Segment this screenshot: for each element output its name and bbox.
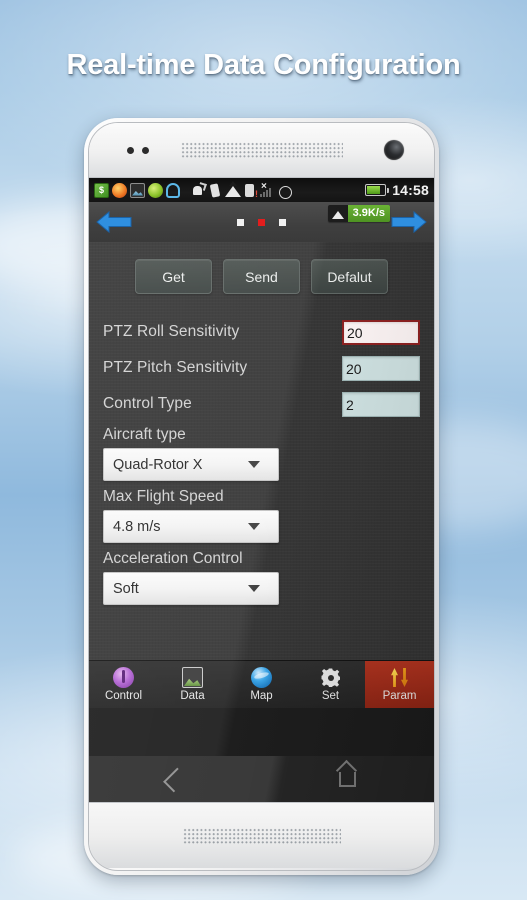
tab-label: Control xyxy=(104,690,143,702)
tab-data[interactable]: Data xyxy=(158,661,227,708)
acceleration-control-spinner[interactable]: Soft xyxy=(103,572,279,605)
page-dot[interactable] xyxy=(279,218,286,226)
globe-icon xyxy=(251,667,272,688)
tab-set[interactable]: Set xyxy=(296,661,365,708)
front-camera-icon xyxy=(384,140,404,160)
ghost-icon xyxy=(166,182,180,198)
alarm-icon xyxy=(277,183,292,199)
bottom-speaker-grille xyxy=(182,827,341,844)
spinner-label: Acceleration Control xyxy=(103,550,243,567)
field-label: Control Type xyxy=(103,395,192,412)
arrow-right-icon[interactable] xyxy=(390,209,428,235)
numeric-fields: PTZ Roll Sensitivity 20 PTZ Pitch Sensit… xyxy=(103,316,420,420)
tab-map[interactable]: Map xyxy=(227,661,296,708)
ptz-roll-sensitivity-input[interactable]: 20 xyxy=(342,319,420,345)
ptz-pitch-sensitivity-input[interactable]: 20 xyxy=(342,355,420,381)
call-icon xyxy=(192,183,206,198)
fire-icon xyxy=(112,182,127,198)
earpiece-speaker-grille xyxy=(180,141,343,159)
tab-param[interactable]: Param xyxy=(365,661,434,708)
arrow-left-icon[interactable] xyxy=(95,209,133,235)
field-label: PTZ Pitch Sensitivity xyxy=(103,359,248,376)
spinner-group-max-flight-speed: Max Flight Speed 4.8 m/s xyxy=(103,488,420,543)
page-dot[interactable] xyxy=(237,218,244,226)
phone-device: × 14:58 xyxy=(84,118,439,875)
default-button[interactable]: Defalut xyxy=(311,259,388,294)
tab-label: Param xyxy=(382,690,417,702)
field-row-ptz-pitch-sensitivity: PTZ Pitch Sensitivity 20 xyxy=(103,352,420,384)
photo-icon xyxy=(182,667,203,688)
sim-card-icon xyxy=(244,183,258,199)
network-speed-value: 3.9K/s xyxy=(347,205,390,222)
photo-icon xyxy=(130,182,145,198)
home-icon xyxy=(339,771,357,787)
updown-arrows-icon xyxy=(389,667,410,688)
param-config-panel: Get Send Defalut PTZ Roll Sensitivity 20… xyxy=(89,242,434,708)
wifi-icon xyxy=(327,205,348,222)
page-dot-active[interactable] xyxy=(258,218,265,226)
spinner-group-aircraft-type: Aircraft type Quad-Rotor X xyxy=(103,426,420,481)
spinner-value: 4.8 m/s xyxy=(113,518,161,535)
field-row-control-type: Control Type 2 xyxy=(103,388,420,420)
home-button[interactable] xyxy=(262,771,435,787)
signal-no-service-icon: × xyxy=(259,181,274,198)
status-clock: 14:58 xyxy=(392,182,429,198)
back-chevron-icon xyxy=(170,770,181,788)
chevron-down-icon xyxy=(248,523,260,530)
volume-down-button[interactable] xyxy=(434,309,435,365)
status-system-icons: 14:58 xyxy=(365,182,429,198)
network-speed-badge: 3.9K/s xyxy=(327,205,390,222)
app-tab-bar: Control Data Map Set Param xyxy=(89,660,434,708)
wifi-icon xyxy=(225,180,241,197)
money-icon xyxy=(94,182,109,198)
signal-bars xyxy=(260,187,271,197)
tab-label: Set xyxy=(321,690,340,702)
screenshot-root: Real-time Data Configuration $ ! × 14:58… xyxy=(0,0,527,900)
max-flight-speed-spinner[interactable]: 4.8 m/s xyxy=(103,510,279,543)
android-navigation-bar xyxy=(89,756,434,802)
leaf-icon xyxy=(148,182,163,198)
field-label: PTZ Roll Sensitivity xyxy=(103,323,240,340)
vibrate-icon xyxy=(209,183,222,198)
spinner-label: Aircraft type xyxy=(103,426,186,443)
banner-title: Real-time Data Configuration xyxy=(66,49,461,81)
spinner-value: Quad-Rotor X xyxy=(113,456,203,473)
aircraft-type-spinner[interactable]: Quad-Rotor X xyxy=(103,448,279,481)
page-indicator-dots xyxy=(237,218,286,226)
arrow-right-svg xyxy=(391,210,427,234)
field-row-ptz-roll-sensitivity: PTZ Roll Sensitivity 20 xyxy=(103,316,420,348)
light-sensor-icon xyxy=(142,146,149,154)
phone-top-bezel xyxy=(89,123,434,178)
volume-up-button[interactable] xyxy=(434,245,435,301)
spinner-group-acceleration-control: Acceleration Control Soft xyxy=(103,550,420,605)
back-button[interactable] xyxy=(89,770,262,788)
spinner-label: Max Flight Speed xyxy=(103,488,224,505)
phone-body: × 14:58 xyxy=(88,122,435,871)
control-type-input[interactable]: 2 xyxy=(342,391,420,417)
spinner-value: Soft xyxy=(113,580,139,597)
tab-label: Map xyxy=(250,690,273,702)
sensor-dots xyxy=(127,146,149,154)
proximity-sensor-icon xyxy=(127,146,134,154)
tab-control[interactable]: Control xyxy=(89,661,158,708)
status-notification-icons: × xyxy=(94,180,292,199)
android-status-bar: × 14:58 xyxy=(89,178,434,202)
battery-icon xyxy=(365,184,390,196)
get-button[interactable]: Get xyxy=(135,259,212,294)
gear-icon xyxy=(320,667,341,688)
chevron-down-icon xyxy=(248,585,260,592)
chevron-down-icon xyxy=(248,461,260,468)
tab-label: Data xyxy=(180,690,205,702)
action-button-row: Get Send Defalut xyxy=(103,242,420,294)
send-button[interactable]: Send xyxy=(223,259,300,294)
phone-bottom-bezel xyxy=(89,802,434,868)
phone-screen: × 14:58 xyxy=(89,178,434,756)
arrow-left-svg xyxy=(96,210,132,234)
joystick-icon xyxy=(113,667,134,688)
page-nav-bar: 3.9K/s xyxy=(89,202,434,242)
